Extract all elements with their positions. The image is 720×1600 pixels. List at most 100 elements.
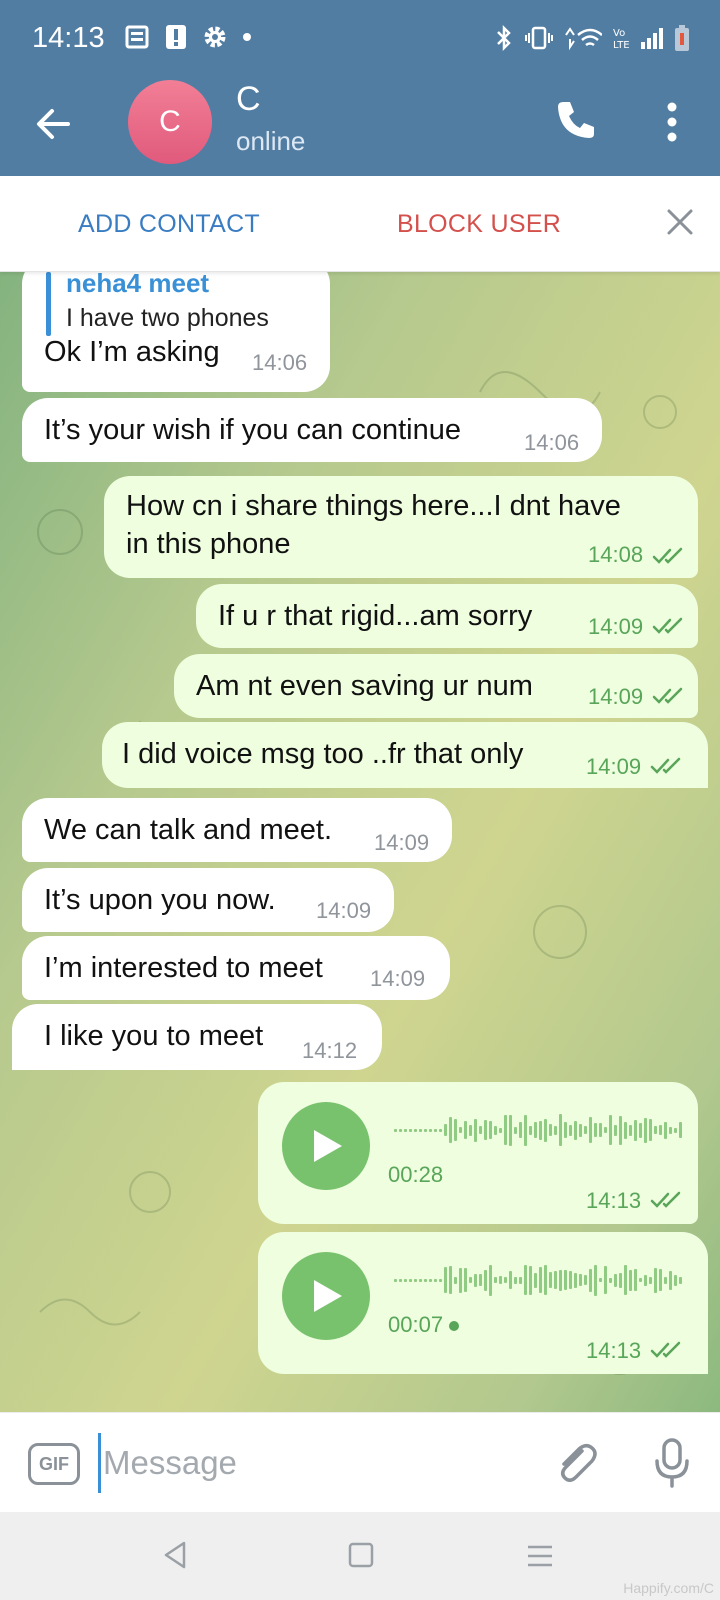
microphone-icon[interactable]	[652, 1437, 692, 1489]
waveform-bar	[609, 1115, 612, 1145]
waveform-bar	[404, 1278, 407, 1282]
waveform-bar	[669, 1126, 672, 1134]
nav-home-icon[interactable]	[348, 1542, 374, 1568]
contact-status: online	[236, 126, 306, 156]
message-text: If u r that rigid...am sorry	[218, 600, 533, 632]
block-user-button[interactable]: BLOCK USER	[397, 210, 561, 239]
waveform-bar	[569, 1271, 572, 1289]
message-time: 14:06	[252, 350, 308, 375]
waveform-bar	[439, 1128, 442, 1132]
waveform-bar	[439, 1278, 442, 1282]
message-text: I’m interested to meet	[44, 952, 323, 984]
waveform-bar	[554, 1271, 557, 1289]
message-time: 14:09	[588, 614, 644, 639]
waveform-bar	[549, 1124, 552, 1136]
waveform-bar	[449, 1266, 452, 1294]
waveform-bar	[469, 1277, 472, 1283]
contact-name[interactable]: C	[236, 80, 261, 119]
gif-button[interactable]: GIF	[28, 1443, 80, 1485]
message-time: 14:09	[316, 898, 372, 923]
message-outgoing[interactable]: If u r that rigid...am sorry 14:09	[196, 584, 698, 648]
status-bar: 14:13 Vo LTE	[0, 0, 720, 78]
waveform-bar	[429, 1128, 432, 1132]
message-text: It’s your wish if you can continue	[44, 414, 461, 446]
status-time: 14:13	[32, 22, 105, 54]
waveform-bar	[539, 1267, 542, 1293]
message-incoming[interactable]: It’s your wish if you can continue 14:06	[22, 398, 602, 462]
voice-message-outgoing[interactable]: 00:07 14:13	[258, 1232, 708, 1374]
waveform-bar	[454, 1119, 457, 1141]
waveform-bar	[569, 1124, 572, 1136]
waveform-bar	[494, 1277, 497, 1283]
message-incoming[interactable]: I like you to meet 14:12	[12, 1004, 382, 1070]
waveform-bar	[464, 1268, 467, 1292]
waveform-bar	[414, 1278, 417, 1282]
waveform-bar	[399, 1128, 402, 1132]
volte-icon: VoLTE	[613, 28, 630, 51]
alert-icon	[166, 25, 186, 49]
double-check-icon	[650, 757, 681, 774]
waveform-bar	[544, 1118, 547, 1142]
waveform-bar	[589, 1268, 592, 1292]
message-text: It’s upon you now.	[44, 884, 276, 916]
paperclip-icon[interactable]	[552, 1439, 600, 1487]
waveform-bar	[639, 1278, 642, 1282]
message-outgoing[interactable]: Am nt even saving ur num 14:09	[174, 654, 698, 718]
chat-area[interactable]: neha4 meet I have two phones Ok I’m aski…	[0, 272, 720, 1412]
waveform-bar	[489, 1121, 492, 1139]
message-outgoing[interactable]: I did voice msg too ..fr that only 14:09	[102, 722, 708, 788]
phone-call-icon[interactable]	[554, 98, 598, 142]
waveform-bar	[629, 1269, 632, 1291]
waveform-bar	[479, 1274, 482, 1286]
waveform-bar	[659, 1125, 662, 1135]
message-input[interactable]	[98, 1433, 518, 1493]
nav-menu-icon[interactable]	[526, 1544, 554, 1568]
news-icon	[125, 25, 149, 49]
waveform-bar	[614, 1273, 617, 1287]
message-outgoing[interactable]: How cn i share things here...I dnt have …	[104, 476, 698, 578]
message-incoming[interactable]: I’m interested to meet 14:09	[22, 936, 450, 1000]
watermark: Happify.com/C	[623, 1580, 714, 1596]
waveform-bar	[499, 1276, 502, 1284]
waveform-bar	[394, 1128, 397, 1132]
gif-label: GIF	[39, 1453, 69, 1474]
waveform-bar	[394, 1278, 397, 1282]
waveform-bar	[509, 1271, 512, 1289]
waveform-bar	[484, 1269, 487, 1291]
message-incoming[interactable]: neha4 meet I have two phones Ok I’m aski…	[22, 272, 330, 392]
waveform-bar	[409, 1128, 412, 1132]
double-check-icon	[652, 687, 683, 704]
waveform-bar	[604, 1127, 607, 1133]
add-contact-button[interactable]: ADD CONTACT	[78, 210, 260, 239]
waveform-bar	[659, 1269, 662, 1291]
voice-duration: 00:28	[388, 1162, 444, 1187]
waveform-bar	[514, 1126, 517, 1134]
back-arrow-icon[interactable]	[30, 100, 78, 148]
waveform-bar	[454, 1276, 457, 1284]
message-incoming[interactable]: It’s upon you now. 14:09	[22, 868, 394, 932]
waveform-bar	[674, 1127, 677, 1133]
waveform-bar	[564, 1270, 567, 1290]
message-time: 14:09	[374, 830, 430, 855]
waveform-bar	[409, 1278, 412, 1282]
voice-play-button[interactable]	[282, 1252, 370, 1340]
waveform-bar	[559, 1114, 562, 1146]
waveform-bar	[499, 1127, 502, 1133]
message-incoming[interactable]: We can talk and meet. 14:09	[22, 798, 452, 862]
avatar[interactable]: C	[128, 80, 212, 164]
waveform-bar	[424, 1128, 427, 1132]
voice-waveform[interactable]	[394, 1110, 682, 1150]
more-vert-icon[interactable]	[652, 98, 692, 146]
voice-play-button[interactable]	[282, 1102, 370, 1190]
waveform-bar	[619, 1272, 622, 1288]
reply-sender-name[interactable]: neha4 meet	[66, 272, 209, 299]
wifi-icon	[565, 27, 602, 51]
voice-waveform[interactable]	[394, 1260, 682, 1300]
voice-message-outgoing[interactable]: 00:28 14:13	[258, 1082, 698, 1224]
nav-back-icon[interactable]	[162, 1540, 188, 1570]
close-icon[interactable]	[664, 206, 696, 238]
contact-action-bar: ADD CONTACT BLOCK USER	[0, 176, 720, 272]
waveform-bar	[584, 1275, 587, 1285]
message-text-line1: How cn i share things here...I dnt have	[126, 490, 621, 522]
waveform-bar	[434, 1278, 437, 1282]
